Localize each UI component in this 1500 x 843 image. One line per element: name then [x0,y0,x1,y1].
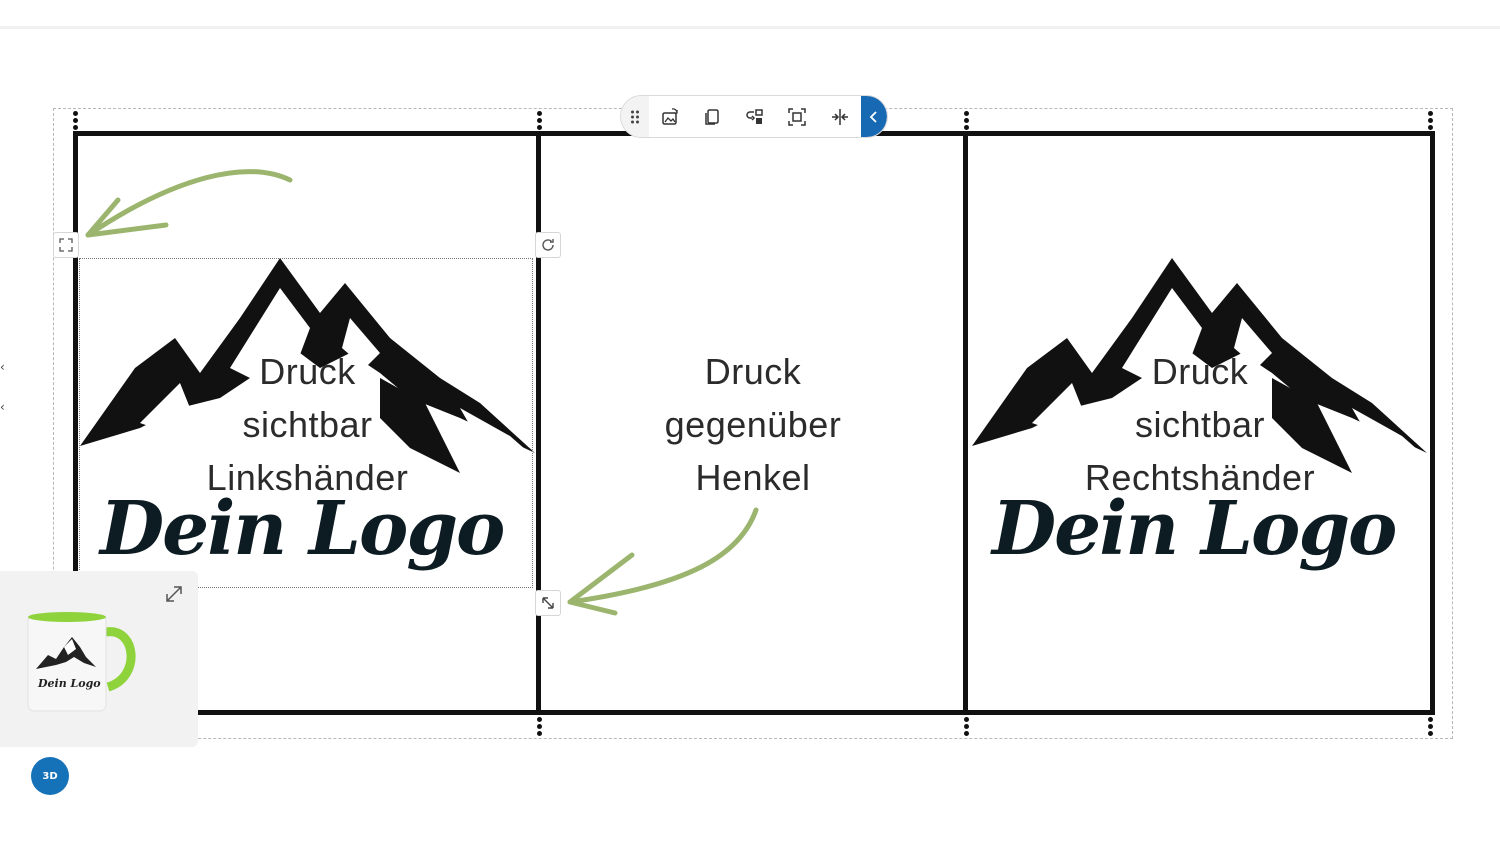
edge-marker [1428,110,1434,132]
replace-image-button[interactable] [649,96,692,137]
edge-marker [537,110,543,132]
fit-to-area-icon [788,107,807,126]
top-bar [0,0,1500,29]
resize-handle[interactable] [535,590,561,616]
drag-handle-icon [630,110,639,123]
rotate-handle[interactable] [535,232,561,258]
edge-marker [964,110,970,132]
expand-icon [59,238,73,252]
label-line: sichtbar [1134,404,1266,445]
edge-marker [73,110,79,132]
side-marker: ‹ [0,400,5,414]
duplicate-icon [705,108,720,125]
edge-marker [1428,716,1434,738]
zone-label-right: Druck sichtbar Rechtshänder [1060,345,1340,504]
label-line: Rechtshänder [1084,457,1316,498]
duplicate-button[interactable] [691,96,734,137]
label-line: Druck [1151,351,1249,392]
zone-divider-right [963,131,968,715]
mug-preview-panel[interactable]: Dein Logo [0,571,198,747]
view-3d-label: 3D [42,770,58,782]
center-horizontal-icon [832,108,848,125]
zone-label-center: Druck gegenüber Henkel [640,345,866,504]
toolbar-drag-handle[interactable] [621,96,649,137]
side-marker: ‹ [0,360,5,374]
view-3d-button[interactable]: 3D [31,757,69,795]
edge-marker [964,716,970,738]
center-horizontal-button[interactable] [819,96,862,137]
label-line: Henkel [695,457,811,498]
selection-box[interactable] [79,258,533,588]
mug-image [27,612,136,712]
label-line: gegenüber [664,404,842,445]
rotate-icon [542,239,554,251]
expand-preview-icon[interactable] [163,583,185,605]
mug-logo-text: Dein Logo [38,677,101,690]
swap-button[interactable] [734,96,777,137]
replace-image-icon [662,107,678,125]
swap-icon [746,108,763,124]
resize-diagonal-icon [542,597,554,609]
object-toolbar [620,95,888,138]
chevron-left-icon [869,110,877,123]
edge-marker [537,716,543,738]
expand-handle[interactable] [53,232,79,258]
label-line: Druck [704,351,802,392]
fit-to-area-button[interactable] [776,96,819,137]
zone-divider-left [536,131,541,715]
